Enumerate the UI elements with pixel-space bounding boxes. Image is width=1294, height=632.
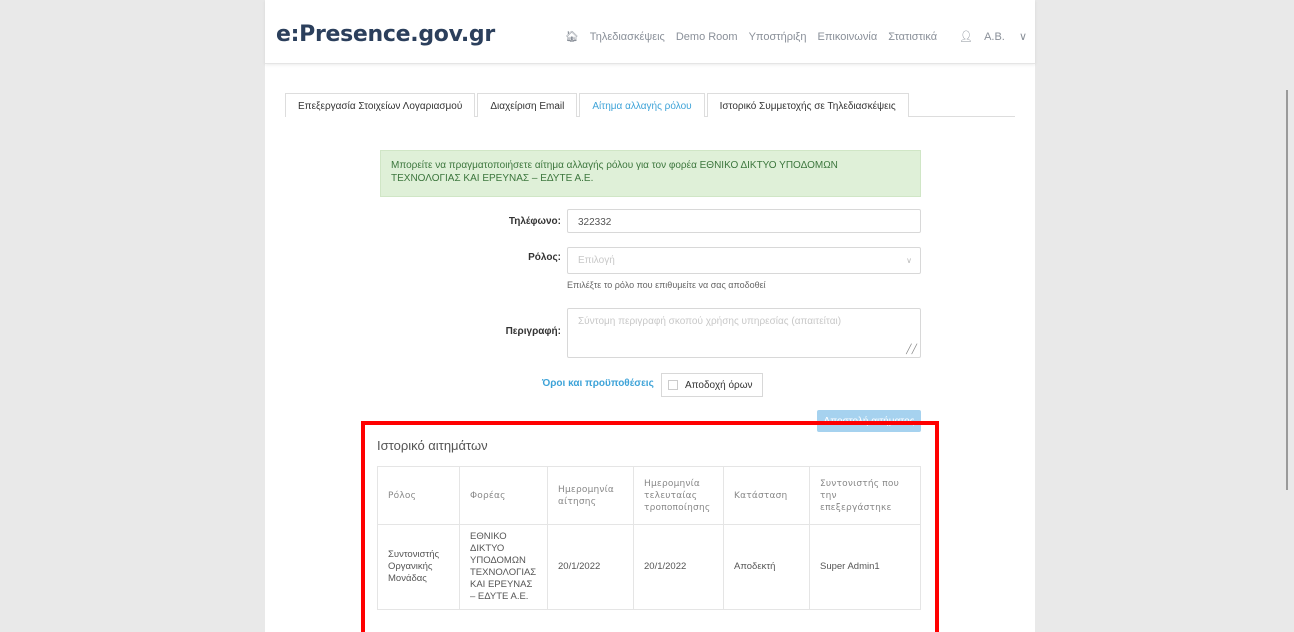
window-edge	[1286, 90, 1288, 490]
checkbox-icon[interactable]	[668, 380, 678, 390]
description-textarea[interactable]: Σύντομη περιγραφή σκοπού χρήσης υπηρεσία…	[567, 308, 921, 358]
cell-status: Αποδεκτή	[723, 524, 810, 610]
cell-request-date: 20/1/2022	[547, 524, 634, 610]
cell-modified-date: 20/1/2022	[633, 524, 724, 610]
phone-value: 322332	[578, 217, 612, 228]
nav-teleconferences[interactable]: Τηλεδιασκέψεις	[590, 31, 665, 43]
tab-email-management[interactable]: Διαχείριση Email	[477, 93, 578, 117]
description-label: Περιγραφή:	[505, 326, 561, 337]
column-header-request-date: Ημερομηνία αίτησης	[547, 466, 634, 525]
tab-participation-history[interactable]: Ιστορικό Συμμετοχής σε Τηλεδιασκέψεις	[706, 93, 909, 117]
phone-input[interactable]: 322332	[567, 209, 921, 233]
nav-contact[interactable]: Επικοινωνία	[817, 31, 877, 43]
user-menu[interactable]: 👤︎ Α.Β. ∨	[948, 30, 1027, 43]
top-nav: 🏠︎ Τηλεδιασκέψεις Demo Room Υποστήριξη Ε…	[565, 30, 1027, 44]
terms-link[interactable]: Όροι και προϋποθέσεις	[542, 378, 654, 389]
role-placeholder: Επιλογή	[578, 255, 615, 266]
phone-label: Τηλέφωνο:	[508, 216, 561, 227]
column-header-coordinator: Συντονιστής που την επεξεργάστηκε	[809, 466, 921, 525]
header: e:Presence.gov.gr 🏠︎ Τηλεδιασκέψεις Demo…	[265, 0, 1035, 64]
role-select[interactable]: Επιλογή ∨	[567, 247, 921, 274]
logo[interactable]: e:Presence.gov.gr	[276, 22, 495, 47]
terms-accept-checkbox[interactable]: Αποδοχή όρων	[661, 373, 763, 397]
submit-button[interactable]: Αποστολή αιτήματος	[817, 410, 921, 432]
terms-accept-label: Αποδοχή όρων	[685, 379, 753, 391]
table-header-row: Ρόλος Φορέας Ημερομηνία αίτησης Ημερομην…	[377, 466, 921, 525]
role-label: Ρόλος:	[528, 252, 561, 263]
role-help-text: Επιλέξτε το ρόλο που επιθυμείτε να σας α…	[567, 280, 766, 290]
info-alert: Μπορείτε να πραγματοποιήσετε αίτημα αλλα…	[380, 150, 921, 197]
tab-account-details[interactable]: Επεξεργασία Στοιχείων Λογαριασμού	[285, 93, 476, 117]
tab-role-change-request[interactable]: Αίτημα αλλαγής ρόλου	[579, 93, 705, 117]
column-header-status: Κατάσταση	[723, 466, 810, 525]
column-header-organization: Φορέας	[459, 466, 548, 525]
description-placeholder: Σύντομη περιγραφή σκοπού χρήσης υπηρεσία…	[578, 316, 842, 327]
history-table: Ρόλος Φορέας Ημερομηνία αίτησης Ημερομην…	[377, 466, 921, 610]
cell-coordinator: Super Admin1	[809, 524, 921, 610]
column-header-modified-date: Ημερομηνία τελευταίας τροποποίησης	[633, 466, 724, 525]
chevron-down-icon: ∨	[1018, 31, 1027, 43]
user-initials: Α.Β.	[984, 31, 1005, 43]
nav-statistics[interactable]: Στατιστικά	[888, 31, 937, 43]
nav-support[interactable]: Υποστήριξη	[749, 31, 807, 43]
cell-role: Συντονιστής Οργανικής Μονάδας	[377, 524, 460, 610]
account-tabs: Επεξεργασία Στοιχείων Λογαριασμού Διαχεί…	[285, 93, 1015, 117]
column-header-role: Ρόλος	[377, 466, 460, 525]
cell-organization: ΕΘΝΙΚΟ ΔΙΚΤΥΟ ΥΠΟΔΟΜΩΝ ΤΕΧΝΟΛΟΓΙΑΣ ΚΑΙ Ε…	[459, 524, 548, 610]
history-title: Ιστορικό αιτημάτων	[377, 438, 488, 453]
nav-demo-room[interactable]: Demo Room	[676, 31, 738, 43]
user-icon: 👤︎	[959, 31, 974, 43]
resize-handle-icon[interactable]: ╱╱	[906, 344, 917, 355]
chevron-down-icon: ∨	[906, 256, 912, 265]
table-row: Συντονιστής Οργανικής Μονάδας ΕΘΝΙΚΟ ΔΙΚ…	[377, 524, 921, 610]
home-icon[interactable]: 🏠︎	[565, 30, 579, 43]
